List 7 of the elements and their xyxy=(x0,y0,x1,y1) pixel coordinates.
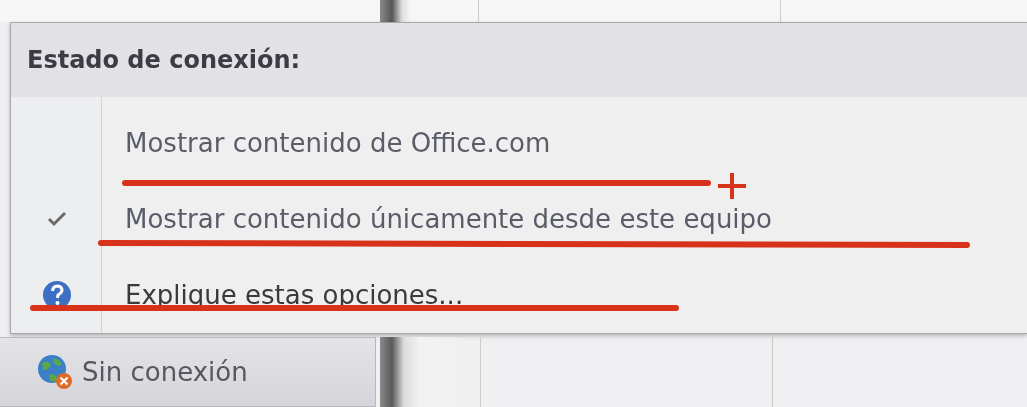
menu-item[interactable]: Explique estas opciones... xyxy=(125,280,464,310)
plus-mark xyxy=(716,171,748,201)
menu-item[interactable]: Mostrar contenido únicamente desde este equipo xyxy=(125,204,772,234)
connection-status-button[interactable]: Sin conexión xyxy=(0,337,376,407)
globe-icon xyxy=(36,353,74,391)
menu-title: Estado de conexión: xyxy=(27,46,301,74)
menu-item[interactable]: Mostrar contenido de Office.com xyxy=(125,128,551,158)
